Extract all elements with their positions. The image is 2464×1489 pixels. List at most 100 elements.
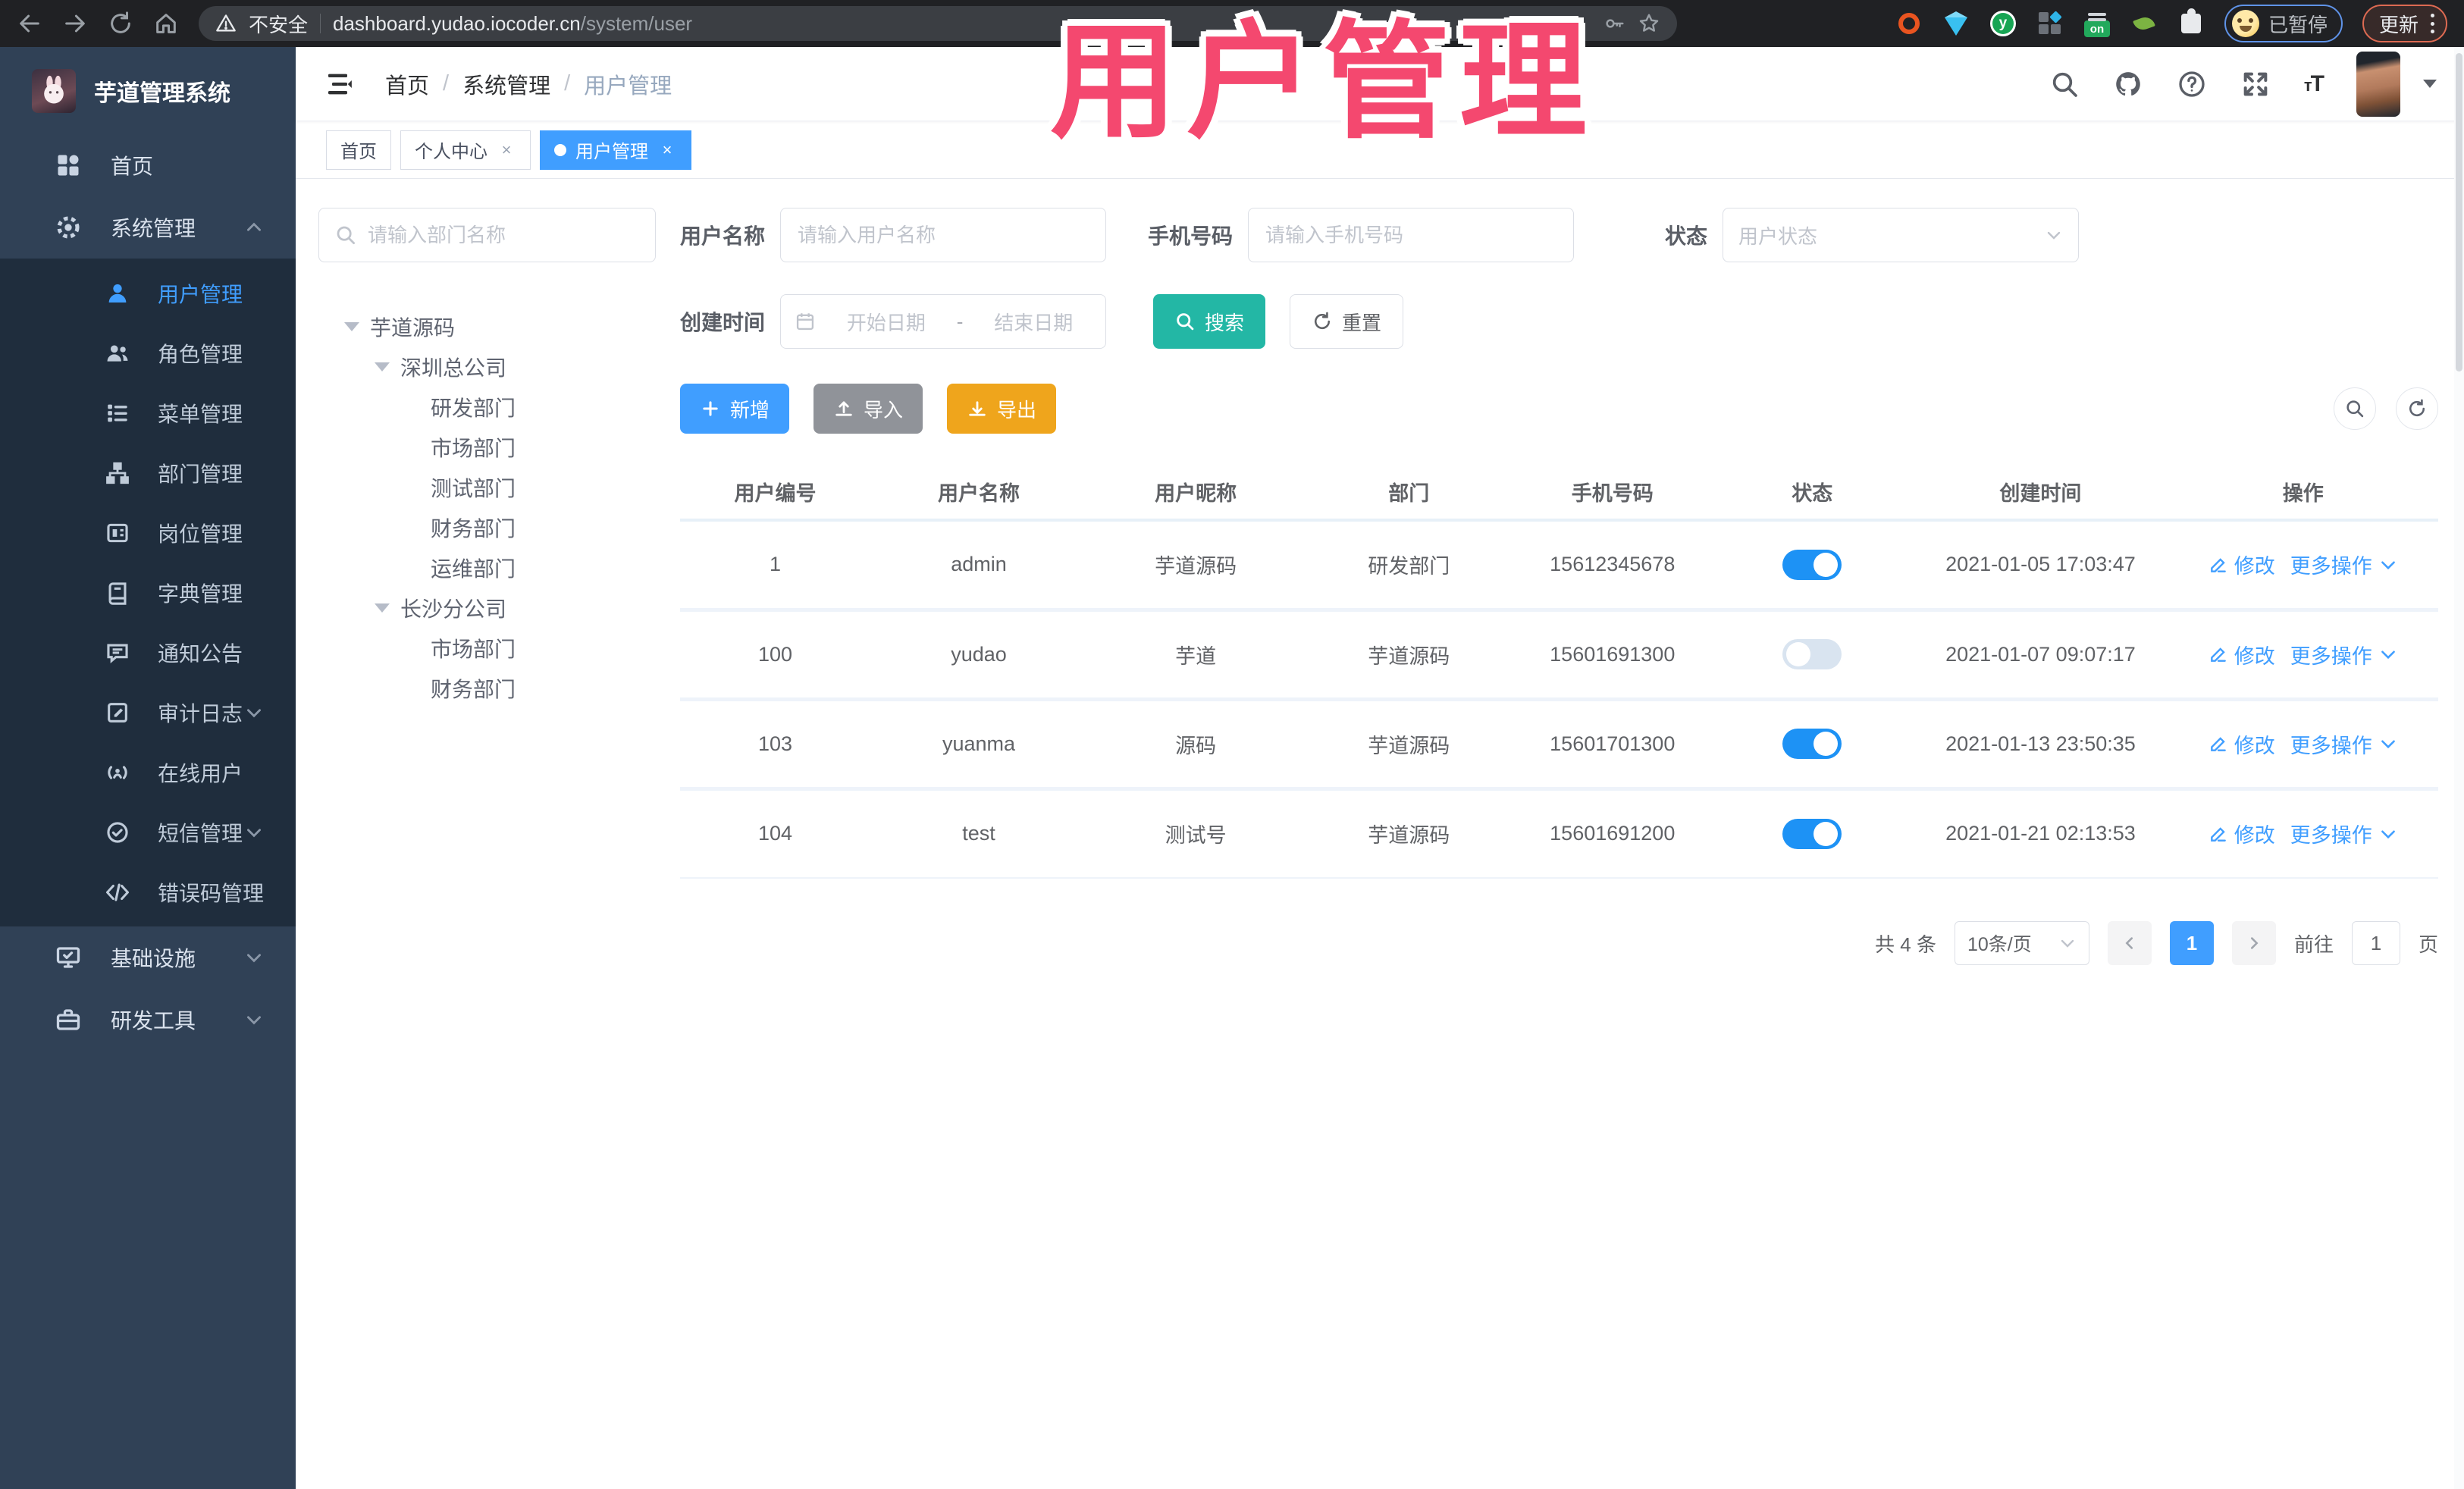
tab-home[interactable]: 首页 (326, 130, 391, 170)
ext-puzzle-icon[interactable] (2177, 8, 2205, 37)
ext-leaf-icon[interactable] (2130, 10, 2158, 37)
date-separator: - (956, 309, 964, 333)
edit-link[interactable]: 修改 (2209, 550, 2275, 579)
table-row: 1 admin 芋道源码 研发部门 15612345678 2021-01-05… (680, 520, 2438, 612)
toggle-search-button[interactable] (2334, 387, 2376, 430)
fullscreen-icon[interactable] (2240, 69, 2271, 99)
tree-expand-icon[interactable] (375, 603, 390, 613)
scrollbar-thumb[interactable] (2456, 53, 2462, 371)
edit-link[interactable]: 修改 (2209, 729, 2275, 759)
export-button[interactable]: 导出 (947, 384, 1057, 434)
password-key-icon[interactable] (1603, 12, 1625, 35)
tree-expand-icon[interactable] (344, 321, 359, 331)
sidebar-item-infrastructure[interactable]: 基础设施 (0, 926, 296, 989)
more-actions-link[interactable]: 更多操作 (2290, 640, 2398, 669)
sidebar-item-role-mgmt[interactable]: 角色管理 (0, 323, 296, 383)
tree-node[interactable]: 长沙分公司 (318, 588, 656, 628)
tree-node[interactable]: 研发部门 (318, 387, 656, 427)
tree-node[interactable]: 芋道源码 (318, 306, 656, 346)
browser-forward-icon[interactable] (62, 11, 88, 36)
sidebar-item-system[interactable]: 系统管理 (0, 196, 296, 259)
ext-on-switch-icon[interactable]: on (2083, 10, 2111, 37)
status-toggle[interactable] (1782, 639, 1842, 669)
breadcrumb-system[interactable]: 系统管理 (462, 68, 550, 100)
avatar-caret-icon[interactable] (2423, 80, 2437, 88)
browser-back-icon[interactable] (17, 11, 42, 36)
next-page-button[interactable] (2231, 921, 2276, 965)
sidebar-item-menu-mgmt[interactable]: 菜单管理 (0, 383, 296, 443)
sidebar-item-user-mgmt[interactable]: 用户管理 (0, 263, 296, 323)
tree-node[interactable]: 深圳总公司 (318, 346, 656, 387)
font-size-icon[interactable]: тT (2304, 71, 2324, 97)
status-toggle[interactable] (1782, 818, 1842, 849)
sidebar-item-error-code[interactable]: 错误码管理 (0, 862, 296, 922)
security-label[interactable]: 不安全 (249, 10, 308, 38)
status-toggle[interactable] (1782, 729, 1842, 759)
help-icon[interactable] (2177, 69, 2207, 99)
refresh-table-button[interactable] (2396, 387, 2438, 430)
add-button[interactable]: 新增 (680, 384, 790, 434)
tree-node[interactable]: 市场部门 (318, 628, 656, 668)
dept-search-input[interactable] (368, 223, 640, 247)
sidebar-item-dict-mgmt[interactable]: 字典管理 (0, 563, 296, 622)
ext-orange-ring-icon[interactable] (1895, 10, 1923, 37)
page-scrollbar[interactable] (2454, 47, 2464, 1489)
date-end-placeholder[interactable]: 结束日期 (975, 308, 1092, 336)
current-page-button[interactable]: 1 (2169, 921, 2214, 965)
edit-link[interactable]: 修改 (2209, 819, 2275, 848)
browser-reload-icon[interactable] (108, 11, 133, 36)
tree-node[interactable]: 财务部门 (318, 668, 656, 708)
bookmark-star-icon[interactable] (1638, 12, 1660, 35)
profile-paused-badge[interactable]: 已暂停 (2224, 5, 2343, 42)
close-icon[interactable]: × (497, 140, 516, 160)
mobile-input[interactable] (1248, 208, 1575, 262)
sidebar-item-online-users[interactable]: 在线用户 (0, 742, 296, 802)
more-actions-link[interactable]: 更多操作 (2290, 550, 2398, 579)
reset-button[interactable]: 重置 (1290, 294, 1404, 349)
search-icon[interactable] (2049, 69, 2080, 99)
sidebar-item-post-mgmt[interactable]: 岗位管理 (0, 503, 296, 563)
close-icon[interactable]: × (657, 140, 677, 160)
tab-user-mgmt[interactable]: 用户管理 × (540, 130, 691, 170)
tree-expand-icon[interactable] (375, 362, 390, 371)
search-button[interactable]: 搜索 (1153, 294, 1266, 349)
tree-node[interactable]: 市场部门 (318, 427, 656, 467)
app-logo-row[interactable]: 芋道管理系统 (0, 47, 296, 134)
browser-update-button[interactable]: 更新 (2362, 5, 2447, 42)
ext-blue-gem-icon[interactable] (1942, 10, 1970, 37)
tree-node[interactable]: 测试部门 (318, 467, 656, 507)
import-button[interactable]: 导入 (813, 384, 923, 434)
tree-node[interactable]: 财务部门 (318, 507, 656, 547)
edit-link[interactable]: 修改 (2209, 640, 2275, 669)
collapse-sidebar-icon[interactable] (324, 69, 355, 99)
address-bar[interactable]: 不安全 dashboard.yudao.iocoder.cn/system/us… (199, 6, 1677, 41)
page-size-select[interactable]: 10条/页 (1954, 921, 2089, 965)
tree-node[interactable]: 运维部门 (318, 547, 656, 588)
more-actions-link[interactable]: 更多操作 (2290, 819, 2398, 848)
prev-page-button[interactable] (2107, 921, 2152, 965)
sidebar-item-notice[interactable]: 通知公告 (0, 622, 296, 682)
goto-page-input[interactable] (2351, 921, 2400, 965)
user-avatar[interactable] (2356, 51, 2400, 117)
username-input[interactable] (780, 208, 1107, 262)
tab-profile[interactable]: 个人中心 × (400, 130, 531, 170)
date-start-placeholder[interactable]: 开始日期 (828, 308, 945, 336)
status-toggle[interactable] (1782, 549, 1842, 580)
sidebar-item-sms-mgmt[interactable]: 短信管理 (0, 802, 296, 862)
sidebar-item-dev-tools[interactable]: 研发工具 (0, 989, 296, 1051)
breadcrumb-home[interactable]: 首页 (385, 68, 429, 100)
dept-search-box[interactable] (318, 208, 656, 262)
browser-home-icon[interactable] (153, 11, 179, 36)
sidebar-item-audit-log[interactable]: 审计日志 (0, 682, 296, 742)
tree-node-label: 市场部门 (431, 637, 516, 661)
sidebar-item-home[interactable]: 首页 (0, 134, 296, 196)
github-icon[interactable] (2113, 69, 2143, 99)
sidebar-item-dept-mgmt[interactable]: 部门管理 (0, 443, 296, 503)
ext-grid-icon[interactable] (2036, 10, 2064, 37)
browser-menu-icon[interactable] (2429, 11, 2435, 36)
more-actions-link[interactable]: 更多操作 (2290, 729, 2398, 759)
pagination: 共 4 条 10条/页 1 前往 页 (680, 921, 2438, 1011)
date-range-picker[interactable]: 开始日期 - 结束日期 (780, 294, 1107, 349)
ext-green-y-icon[interactable]: y (1989, 10, 2017, 37)
status-select[interactable]: 用户状态 (1723, 208, 2080, 262)
